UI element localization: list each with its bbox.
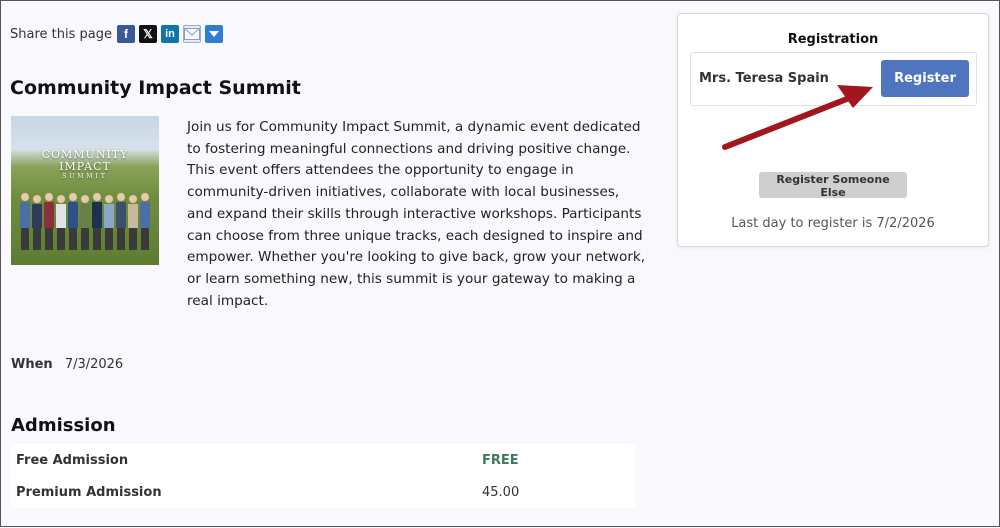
- last-day-notice: Last day to register is 7/2/2026: [731, 216, 935, 231]
- more-icon[interactable]: [204, 25, 223, 43]
- event-image: COMMUNITY IMPACT SUMMIT: [11, 116, 159, 265]
- share-bar: Share this page f 𝕏 in: [10, 25, 227, 43]
- register-someone-else-button[interactable]: Register Someone Else: [759, 172, 907, 199]
- image-title-line: SUMMIT: [62, 173, 108, 180]
- facebook-icon[interactable]: f: [116, 25, 135, 43]
- linkedin-icon[interactable]: in: [160, 25, 179, 43]
- when-row: When 7/3/2026: [11, 357, 123, 372]
- x-icon[interactable]: 𝕏: [138, 25, 157, 43]
- event-title: Community Impact Summit: [10, 77, 301, 99]
- admission-price: 45.00: [482, 484, 520, 500]
- registration-title: Registration: [787, 32, 879, 47]
- register-button[interactable]: Register: [881, 60, 969, 97]
- admission-row: Premium Admission 45.00: [11, 476, 635, 508]
- admission-row: Free Admission FREE: [11, 444, 635, 476]
- admission-heading: Admission: [11, 415, 116, 436]
- group-photo: [20, 193, 150, 250]
- registration-panel: Registration Mrs. Teresa Spain Register …: [677, 13, 989, 247]
- admission-name: Free Admission: [16, 452, 129, 468]
- registrant-box: Mrs. Teresa Spain Register: [690, 52, 977, 106]
- admission-table: Free Admission FREE Premium Admission 45…: [11, 444, 635, 508]
- when-label: When: [11, 357, 53, 372]
- email-icon[interactable]: [182, 25, 201, 43]
- admission-name: Premium Admission: [16, 484, 162, 500]
- event-description: Join us for Community Impact Summit, a d…: [187, 119, 646, 309]
- image-title-line: IMPACT: [59, 160, 111, 173]
- admission-price: FREE: [482, 452, 519, 468]
- when-value: 7/3/2026: [64, 357, 124, 372]
- registrant-name: Mrs. Teresa Spain: [699, 71, 829, 86]
- share-label: Share this page: [10, 26, 112, 42]
